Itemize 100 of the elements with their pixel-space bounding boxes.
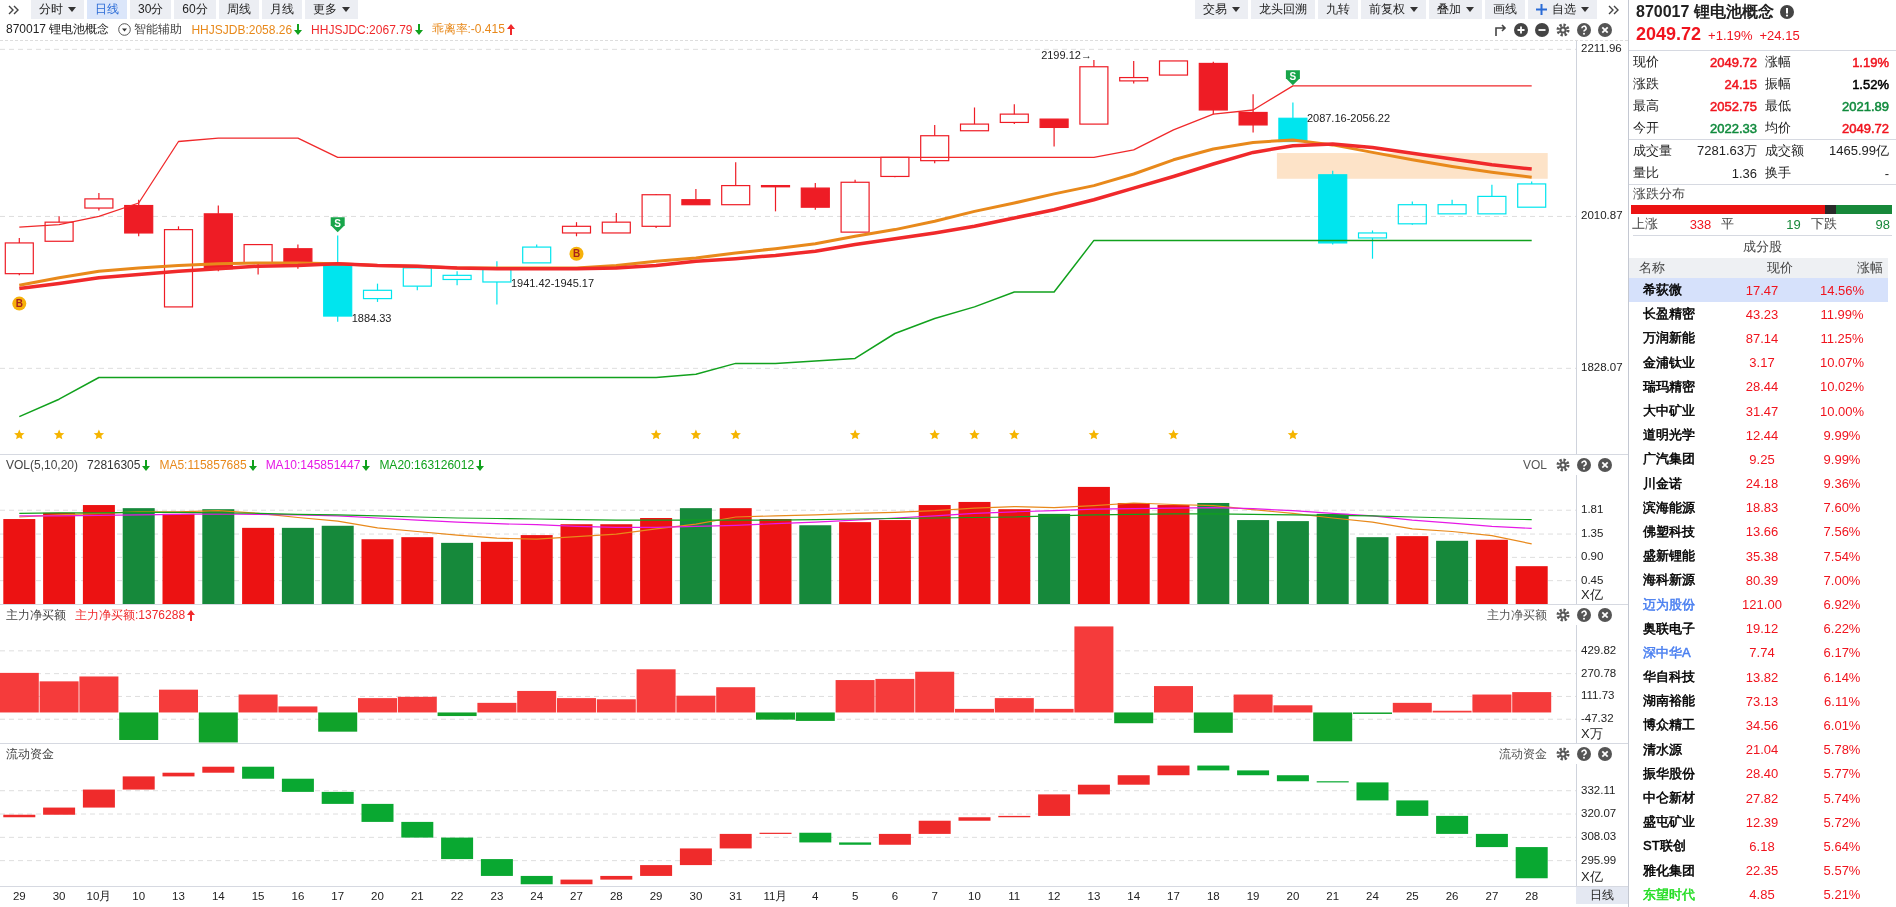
stock-row[interactable]: 湖南裕能 73.13 6.11% (1629, 689, 1888, 714)
zoom-in-icon[interactable] (1514, 22, 1528, 37)
stock-price: 3.17 (1748, 355, 1776, 371)
chart-title: 870017 锂电池概念 (6, 21, 110, 38)
stat-label: 成交额 (1764, 142, 1804, 160)
assist-label[interactable]: 智能辅助 (134, 21, 183, 38)
stock-row[interactable]: 雅化集团 22.35 5.57% (1629, 858, 1888, 883)
settings-icon[interactable] (1556, 458, 1570, 472)
stock-row[interactable]: 深中华A 7.74 6.17% (1629, 640, 1888, 665)
stock-change: 6.01% (1822, 717, 1862, 733)
stock-name: 瑞玛精密 (1643, 377, 1695, 396)
date-label: 20 (371, 890, 384, 902)
settings-icon[interactable] (1556, 747, 1570, 761)
candlestick (759, 832, 792, 835)
stock-row[interactable]: 东望时代 4.85 5.21% (1629, 882, 1888, 907)
unit-label: X亿 (1581, 869, 1603, 884)
stock-name: 海科新源 (1643, 571, 1695, 590)
close-icon[interactable] (1598, 22, 1612, 37)
stock-price: 22.35 (1744, 863, 1780, 879)
stock-row[interactable]: 盛屯矿业 12.39 5.72% (1629, 810, 1888, 835)
settings-icon[interactable] (1556, 22, 1570, 37)
stock-row[interactable]: 金浦钛业 3.17 10.07% (1629, 350, 1888, 375)
candlestick (601, 212, 631, 234)
toolbar-button[interactable]: 前复权 (1361, 0, 1426, 19)
stock-row[interactable]: 瑞玛精密 28.44 10.02% (1629, 374, 1888, 399)
date-label: 27 (1485, 890, 1499, 902)
toolbar-button[interactable]: 自选 (1528, 0, 1597, 19)
stock-row[interactable]: ST联创 6.18 5.64% (1629, 834, 1888, 859)
stock-change: 5.78% (1822, 742, 1862, 758)
period-tab[interactable]: 更多 (304, 0, 358, 19)
stock-row[interactable]: 迈为股份 121.00 6.92% (1629, 592, 1888, 617)
close-icon[interactable] (1598, 458, 1612, 472)
indicator-reading: 乖离率:-0.415 (431, 21, 505, 38)
period-tab[interactable]: 周线 (218, 0, 259, 19)
stock-row[interactable]: 海科新源 80.39 7.00% (1629, 568, 1888, 593)
stock-row[interactable]: 广汽集团 9.25 9.99% (1629, 447, 1888, 472)
panel-name: VOL (1523, 458, 1547, 472)
return-arrow-icon[interactable] (1493, 22, 1507, 37)
period-tab[interactable]: 日线 (87, 0, 127, 19)
candlestick (242, 766, 275, 780)
help-icon[interactable] (1577, 747, 1591, 761)
stock-name: 广汽集团 (1643, 450, 1695, 469)
help-icon[interactable] (1577, 22, 1591, 37)
stock-row[interactable]: 盛新锂能 35.38 7.54% (1629, 544, 1888, 569)
stock-row[interactable]: 道明光学 12.44 9.99% (1629, 423, 1888, 448)
toolbar-button[interactable]: 交易 (1195, 0, 1248, 19)
stat-value: 2052.75 (1710, 97, 1757, 116)
stat-value: 1.52% (1852, 75, 1889, 94)
stock-row[interactable]: 佛塑科技 13.66 7.56% (1629, 519, 1888, 545)
stat-label: 涨幅 (1764, 53, 1791, 71)
stock-price: 12.44 (1744, 427, 1780, 443)
stock-row[interactable]: 清水源 21.04 5.78% (1629, 737, 1888, 762)
stock-row[interactable]: 长盈精密 43.23 11.99% (1629, 302, 1888, 327)
date-label: 11 (1008, 890, 1021, 902)
stock-name: 盛新锂能 (1643, 547, 1695, 566)
stock-row[interactable]: 万润新能 87.14 11.25% (1629, 326, 1888, 351)
stock-row[interactable]: 奥联电子 19.12 6.22% (1629, 616, 1888, 641)
star-icon (1287, 429, 1299, 440)
info-icon[interactable] (1779, 5, 1794, 19)
stat-label: 换手 (1764, 164, 1791, 182)
star-icon (1088, 429, 1100, 440)
period-tab[interactable]: 月线 (261, 0, 302, 19)
stock-row[interactable]: 川金诺 24.18 9.36% (1629, 471, 1888, 496)
period-tab[interactable]: 分时 (31, 0, 84, 19)
close-icon[interactable] (1598, 747, 1612, 761)
candlestick (1475, 833, 1508, 848)
dropdown-circle-icon[interactable] (118, 23, 132, 36)
stock-row[interactable]: 振华股份 28.40 5.77% (1629, 761, 1888, 786)
star-icon (849, 429, 861, 440)
stock-row[interactable]: 华自科技 13.82 6.14% (1629, 665, 1888, 690)
toolbar-button[interactable]: 九转 (1318, 0, 1358, 19)
axis-label: 2010.87 (1581, 209, 1623, 222)
double-chevron-icon[interactable] (8, 4, 20, 15)
candlestick (1197, 764, 1230, 771)
period-tab[interactable]: 30分 (130, 0, 172, 19)
candlestick (640, 864, 673, 877)
stock-change: 6.14% (1822, 669, 1862, 685)
stock-row[interactable]: 博众精工 34.56 6.01% (1629, 713, 1888, 738)
help-icon[interactable] (1577, 608, 1591, 622)
settings-icon[interactable] (1556, 608, 1570, 622)
help-icon[interactable] (1577, 458, 1591, 472)
close-icon[interactable] (1598, 608, 1612, 622)
zoom-out-icon[interactable] (1535, 22, 1549, 37)
stock-row[interactable]: 希荻微 17.47 14.56% (1629, 278, 1888, 303)
toolbar-button[interactable]: 叠加 (1429, 0, 1482, 19)
stock-change: 5.77% (1822, 766, 1862, 782)
toolbar-button[interactable]: 龙头回溯 (1251, 0, 1315, 19)
candlestick (1079, 59, 1109, 125)
date-label: 12 (1047, 890, 1061, 902)
stock-row[interactable]: 滨海能源 18.83 7.60% (1629, 495, 1888, 520)
double-chevron-icon[interactable] (1608, 4, 1620, 15)
candlestick (4, 237, 34, 276)
candlestick (1077, 784, 1110, 795)
toolbar-button[interactable]: 画线 (1485, 0, 1525, 19)
change-amount: +24.15 (1759, 28, 1800, 43)
breadth-count: 338 (1689, 216, 1712, 232)
stock-row[interactable]: 大中矿业 31.47 10.00% (1629, 398, 1888, 424)
candlestick (82, 788, 115, 809)
stock-row[interactable]: 中仑新材 27.82 5.74% (1629, 785, 1888, 811)
period-tab[interactable]: 60分 (174, 0, 216, 19)
